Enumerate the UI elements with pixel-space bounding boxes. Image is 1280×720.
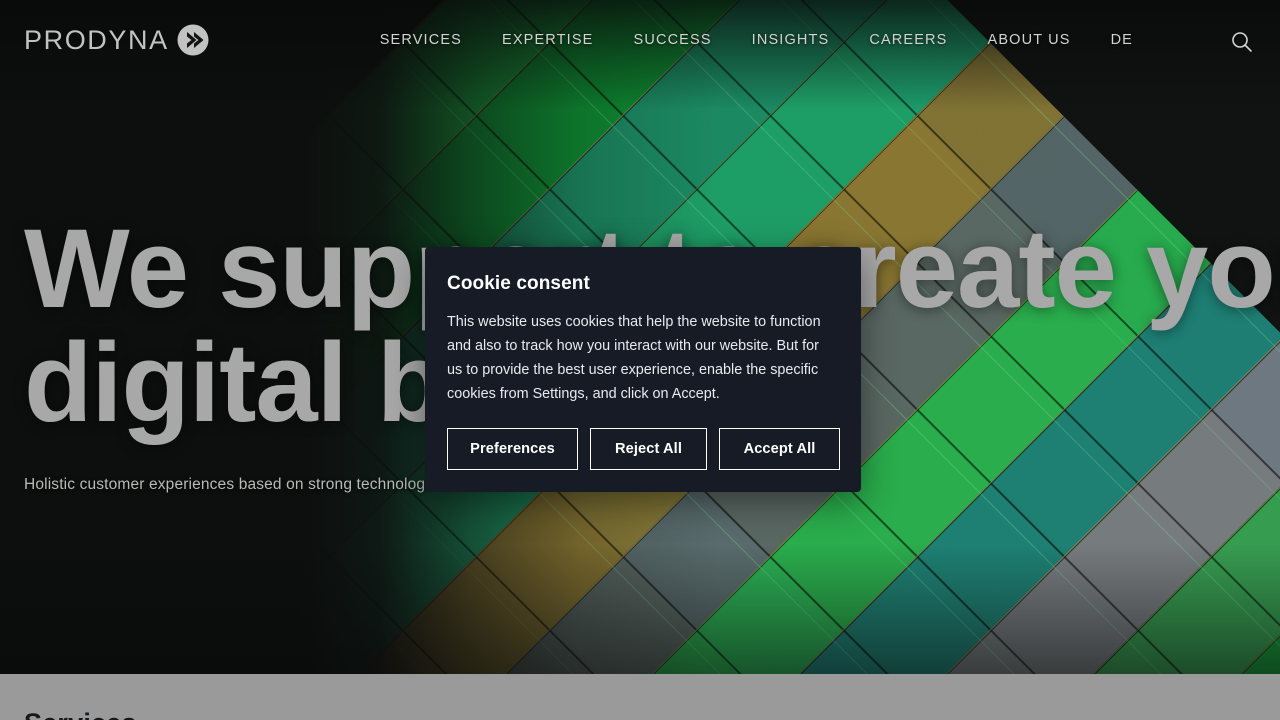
logo[interactable]: PRODYNA — [24, 23, 210, 57]
cookie-consent-title: Cookie consent — [447, 273, 590, 294]
nav-item-about-us[interactable]: ABOUT US — [968, 32, 1091, 48]
next-section-title: Services — [24, 708, 137, 720]
next-section: Services — [0, 674, 1280, 720]
nav-item-language-de[interactable]: DE — [1091, 32, 1153, 48]
preferences-button[interactable]: Preferences — [447, 428, 578, 470]
nav-item-careers[interactable]: CAREERS — [849, 32, 967, 48]
nav-item-services[interactable]: SERVICES — [360, 32, 482, 48]
search-button[interactable] — [1228, 28, 1256, 56]
site-header: PRODYNA SERVICES EXPERTISE SUCCESS INSIG… — [0, 0, 1280, 80]
cookie-consent-actions: Preferences Reject All Accept All — [447, 428, 840, 470]
reject-all-button[interactable]: Reject All — [590, 428, 707, 470]
cookie-consent-dialog: Cookie consent This website uses cookies… — [425, 247, 861, 492]
cookie-consent-body: This website uses cookies that help the … — [447, 314, 821, 402]
main-navigation: SERVICES EXPERTISE SUCCESS INSIGHTS CARE… — [360, 32, 1153, 48]
logo-text: PRODYNA — [24, 24, 169, 55]
hero-bottom-gradient-overlay — [0, 544, 1280, 674]
accept-all-button[interactable]: Accept All — [719, 428, 840, 470]
nav-item-success[interactable]: SUCCESS — [614, 32, 732, 48]
search-icon — [1232, 32, 1252, 52]
page-root: PRODYNA SERVICES EXPERTISE SUCCESS INSIG… — [0, 0, 1280, 720]
chevron-circle-icon — [177, 24, 209, 56]
nav-item-expertise[interactable]: EXPERTISE — [482, 32, 613, 48]
nav-item-insights[interactable]: INSIGHTS — [732, 32, 850, 48]
